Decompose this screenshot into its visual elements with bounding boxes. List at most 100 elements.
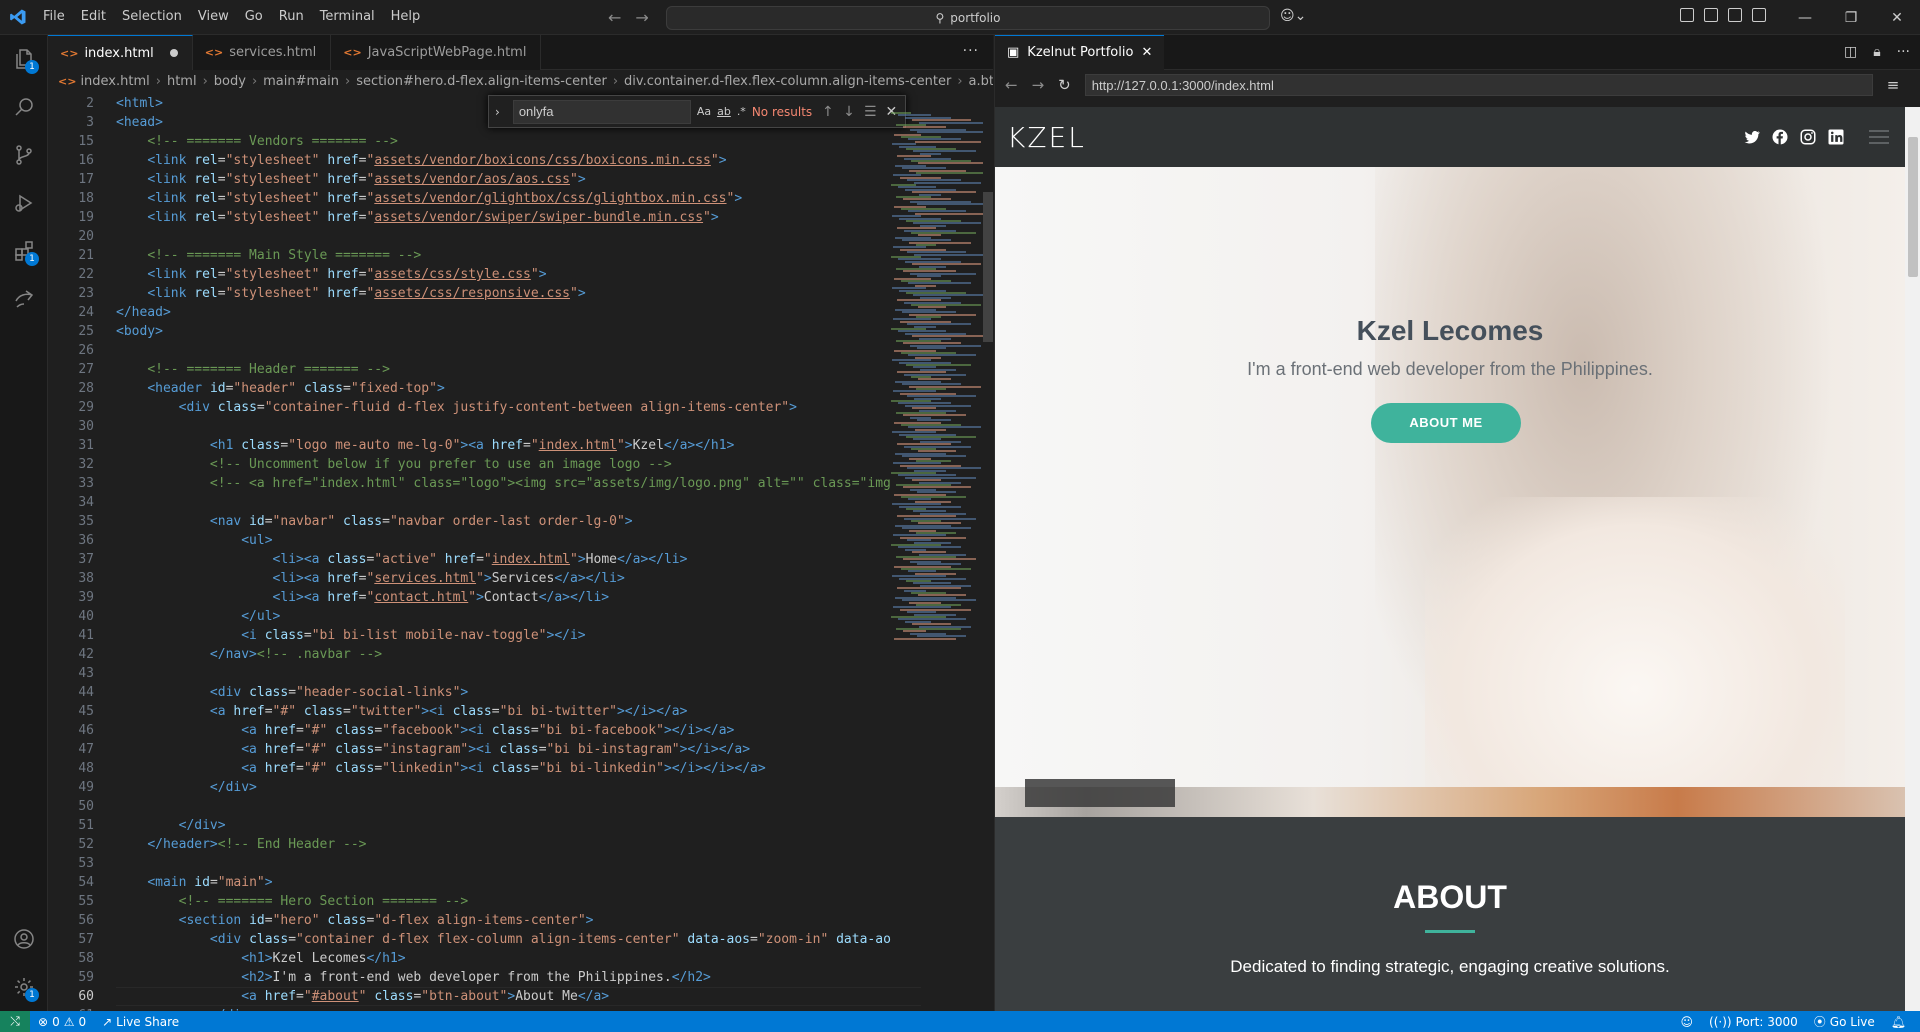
forward-arrow-icon[interactable]: → (635, 8, 648, 27)
code-line[interactable]: </nav><!-- .navbar --> (116, 645, 916, 664)
extensions-icon[interactable]: 1 (0, 227, 48, 275)
code-line[interactable]: </ul> (116, 607, 916, 626)
breadcrumb-item[interactable]: div.container.d-flex.flex-column.align-i… (624, 74, 951, 89)
code-line[interactable] (116, 417, 916, 436)
code-line[interactable]: <a href="#" class="instagram"><i class="… (116, 740, 916, 759)
menu-terminal[interactable]: Terminal (312, 6, 383, 28)
breadcrumb-item[interactable]: html (167, 74, 197, 89)
code-lines[interactable]: <html> <head> <!-- ======= Vendors ======… (116, 94, 916, 1011)
live-share-icon[interactable] (0, 275, 48, 323)
code-line[interactable]: <link rel="stylesheet" href="assets/css/… (116, 284, 916, 303)
forward-arrow-icon[interactable]: → (1032, 76, 1045, 94)
code-line[interactable]: <div class="container d-flex flex-column… (116, 930, 916, 949)
menu-icon[interactable]: ≡ (1887, 76, 1900, 94)
code-line[interactable] (116, 493, 916, 512)
toggle-replace-chevron-icon[interactable]: › (495, 105, 507, 119)
customize-layout-icon[interactable] (1680, 8, 1694, 22)
back-arrow-icon[interactable]: ← (608, 8, 621, 27)
remote-indicator-icon[interactable]: ⤭ (0, 1011, 30, 1032)
close-icon[interactable]: ✕ (1874, 0, 1920, 35)
code-line[interactable] (116, 341, 916, 360)
restore-icon[interactable]: ❐ (1828, 0, 1874, 35)
unsaved-dot-icon[interactable] (169, 49, 178, 57)
copilot-icon[interactable]: ☺︎⌄ (1280, 8, 1306, 24)
code-line[interactable]: </div> (116, 816, 916, 835)
code-line[interactable]: <a href="#about" class="btn-about">About… (116, 987, 916, 1006)
tab-index-html[interactable]: <> index.html (48, 35, 193, 70)
code-line[interactable]: <li><a class="active" href="index.html">… (116, 550, 916, 569)
match-case-icon[interactable]: Aa (697, 105, 711, 118)
code-line[interactable]: <h1 class="logo me-auto me-lg-0"><a href… (116, 436, 916, 455)
code-line[interactable]: <!-- ======= Header ======= --> (116, 360, 916, 379)
url-input[interactable] (1084, 74, 1873, 96)
run-debug-icon[interactable] (0, 179, 48, 227)
about-me-button[interactable]: ABOUT ME (1371, 403, 1521, 443)
preview-scrollbar[interactable] (1905, 107, 1920, 1011)
toggle-panel-icon[interactable] (1728, 8, 1742, 22)
code-line[interactable]: <main id="main"> (116, 873, 916, 892)
menu-help[interactable]: Help (383, 6, 429, 28)
problems-indicator[interactable]: ⊗ 0 ⚠ 0 (30, 1011, 94, 1032)
code-line[interactable]: <ul> (116, 531, 916, 550)
code-line[interactable]: <h2>I'm a front-end web developer from t… (116, 968, 916, 987)
explorer-icon[interactable]: 1 (0, 35, 48, 83)
go-live-button[interactable]: ⦿ Go Live (1806, 1011, 1883, 1032)
copilot-status-icon[interactable]: ☺︎ (1673, 1011, 1702, 1032)
code-line[interactable]: <body> (116, 322, 916, 341)
menu-go[interactable]: Go (237, 6, 271, 28)
facebook-icon[interactable] (1771, 128, 1789, 146)
mobile-nav-toggle-icon[interactable] (1869, 130, 1889, 144)
accounts-icon[interactable] (0, 915, 48, 963)
code-line[interactable]: </header><!-- End Header --> (116, 835, 916, 854)
scrollbar-thumb[interactable] (983, 192, 993, 342)
settings-gear-icon[interactable]: 1 (0, 963, 48, 1011)
use-regex-icon[interactable]: .* (737, 105, 746, 118)
toggle-secondary-sidebar-icon[interactable] (1752, 8, 1766, 22)
notifications-bell-icon[interactable]: 🔔︎ (1883, 1011, 1914, 1032)
code-line[interactable]: <h1>Kzel Lecomes</h1> (116, 949, 916, 968)
match-whole-word-icon[interactable]: ab (717, 105, 731, 118)
code-line[interactable] (116, 797, 916, 816)
code-line[interactable]: <i class="bi bi-list mobile-nav-toggle">… (116, 626, 916, 645)
code-line[interactable]: <link rel="stylesheet" href="assets/vend… (116, 189, 916, 208)
port-status[interactable]: ((·)) Port: 3000 (1701, 1011, 1806, 1032)
code-line[interactable]: <li><a href="services.html">Services</a>… (116, 569, 916, 588)
code-line[interactable]: <nav id="navbar" class="navbar order-las… (116, 512, 916, 531)
command-center[interactable]: ⚲ portfolio (666, 6, 1270, 30)
menu-view[interactable]: View (190, 6, 237, 28)
lock-icon[interactable]: 🔒︎ (1873, 44, 1880, 60)
instagram-icon[interactable] (1799, 128, 1817, 146)
code-line[interactable] (116, 227, 916, 246)
twitter-icon[interactable] (1743, 128, 1761, 146)
minimap[interactable] (883, 92, 991, 1011)
find-input[interactable] (512, 99, 691, 124)
code-line[interactable]: <link rel="stylesheet" href="assets/css/… (116, 265, 916, 284)
more-actions-icon[interactable]: ··· (1897, 44, 1910, 60)
code-line[interactable]: </div> (116, 778, 916, 797)
more-actions-icon[interactable]: ··· (963, 43, 979, 59)
tab-javascriptwebpage-html[interactable]: <> JavaScriptWebPage.html (331, 35, 542, 70)
code-line[interactable]: <section id="hero" class="d-flex align-i… (116, 911, 916, 930)
tab-kzelnut-portfolio[interactable]: ▣ Kzelnut Portfolio ✕ (995, 34, 1165, 70)
editor-vertical-scrollbar[interactable] (983, 92, 993, 1011)
close-tab-icon[interactable]: ✕ (1141, 45, 1152, 60)
breadcrumb-item[interactable]: a.bt (969, 74, 993, 89)
code-line[interactable]: <li><a href="contact.html">Contact</a></… (116, 588, 916, 607)
tab-services-html[interactable]: <> services.html (192, 35, 332, 70)
breadcrumb-item[interactable]: main#main (263, 74, 339, 89)
breadcrumb-item[interactable]: section#hero.d-flex.align-items-center (356, 74, 607, 89)
find-in-selection-icon[interactable]: ☰ (863, 104, 878, 120)
site-logo[interactable]: KZEL (1007, 121, 1086, 154)
back-arrow-icon[interactable]: ← (1005, 76, 1018, 94)
code-line[interactable]: <a href="#" class="twitter"><i class="bi… (116, 702, 916, 721)
code-line[interactable] (116, 664, 916, 683)
code-line[interactable]: </head> (116, 303, 916, 322)
reload-icon[interactable]: ↻ (1058, 76, 1071, 94)
search-icon[interactable] (0, 83, 48, 131)
code-line[interactable]: <a href="#" class="facebook"><i class="b… (116, 721, 916, 740)
menu-selection[interactable]: Selection (114, 6, 190, 28)
split-editor-icon[interactable]: ◫ (1844, 44, 1857, 60)
code-line[interactable]: <div class="container-fluid d-flex justi… (116, 398, 916, 417)
breadcrumb-item[interactable]: index.html (80, 74, 149, 89)
code-line[interactable]: <a href="#" class="linkedin"><i class="b… (116, 759, 916, 778)
